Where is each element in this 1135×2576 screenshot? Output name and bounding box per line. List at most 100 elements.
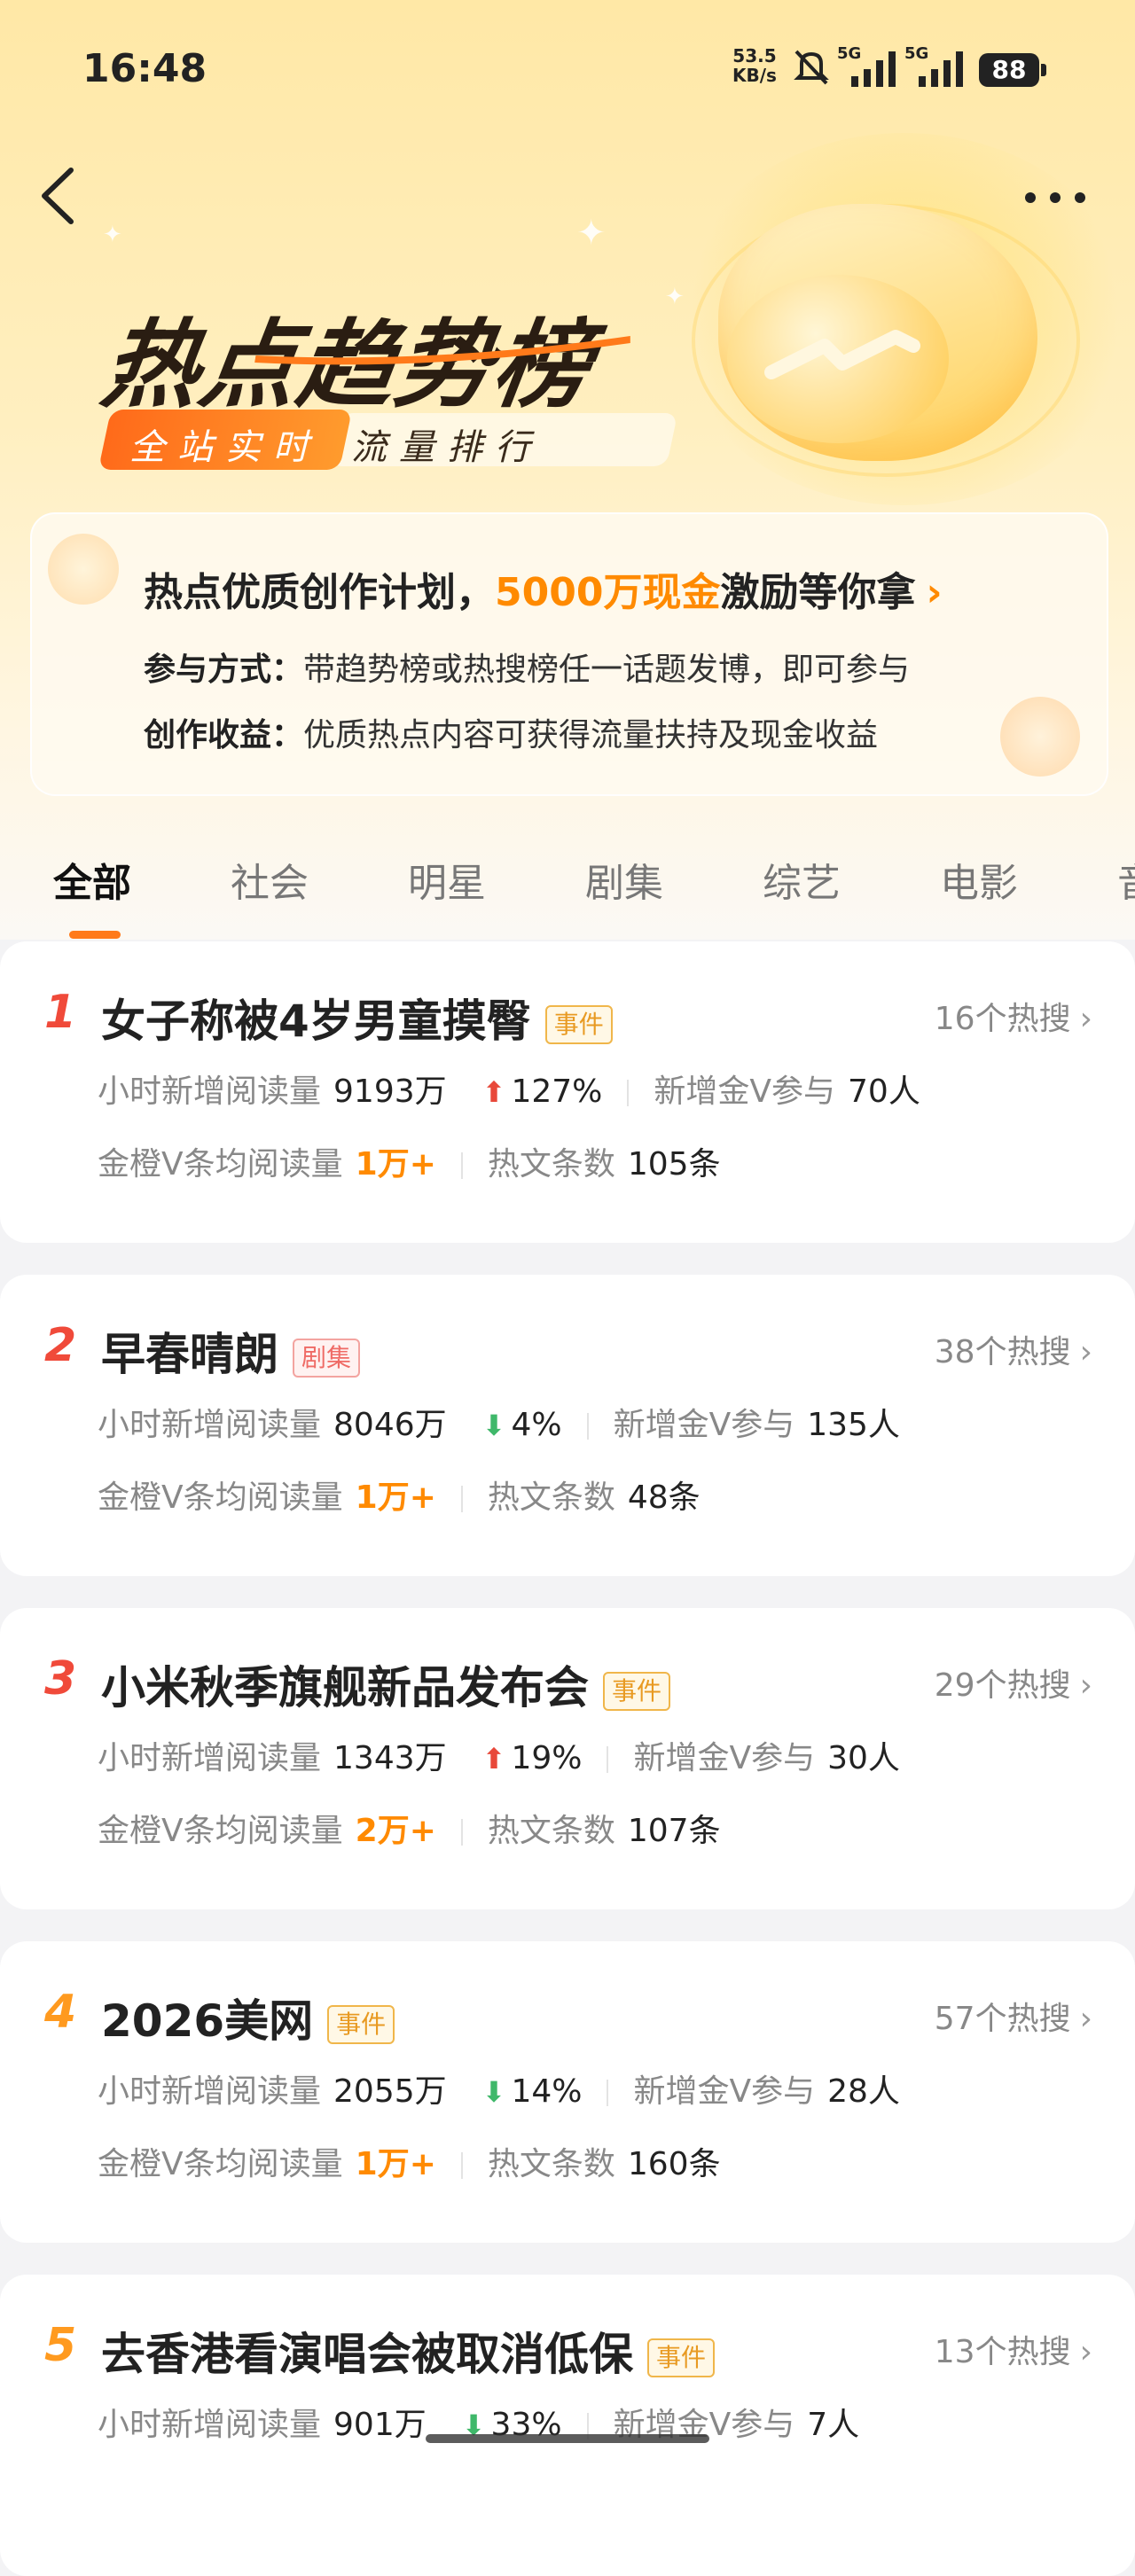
category-tabs: 全部 社会 明星 剧集 综艺 电影 音 xyxy=(0,833,1135,940)
battery-icon: 88 xyxy=(979,53,1046,87)
status-time: 16:48 xyxy=(82,46,207,91)
trend-percent: 14% xyxy=(511,2073,583,2110)
stat-value: 105条 xyxy=(627,1146,721,1183)
stat-value: 48条 xyxy=(627,1479,701,1516)
stat-label: 金橙V条均阅读量 xyxy=(98,2146,343,2182)
stat-label: 小时新增阅读量 xyxy=(98,1073,322,1110)
hot-search-count-text: 29个热搜 xyxy=(934,1667,1071,1704)
stat-label: 新增金V参与 xyxy=(654,1073,836,1110)
divider xyxy=(460,1486,463,1512)
home-indicator[interactable] xyxy=(426,2434,709,2443)
net-speed: 53.5 KB/s xyxy=(732,46,777,85)
hot-search-count[interactable]: 38个热搜 › xyxy=(935,1326,1092,1372)
hot-search-count-text: 13个热搜 xyxy=(934,2334,1071,2370)
trend-card[interactable]: 2 早春晴朗 剧集 38个热搜 › 小时新增阅读量 8046万 ⬇ 4% 新增金V参与 135人 金橙… xyxy=(0,1275,1135,1576)
stats-row-1: 小时新增阅读量 2055万 ⬇ 14% 新增金V参与 28人 xyxy=(98,2065,900,2112)
stat-label: 金橙V条均阅读量 xyxy=(98,1146,343,1183)
stats-row-2: 金橙V条均阅读量 1万+ 热文条数 48条 xyxy=(98,1471,701,1518)
trend-title-text: 女子称被4岁男童摸臀 xyxy=(101,995,531,1047)
sparkle-icon: ✦ xyxy=(665,284,685,310)
mute-bell-icon xyxy=(794,50,829,85)
trend-up-arrow-icon: ⬆ xyxy=(481,1742,506,1776)
promo-title: 热点优质创作计划，5000万现金激励等你拿 › xyxy=(144,560,943,617)
category-badge: 事件 xyxy=(647,2338,716,2377)
tab-all[interactable]: 全部 xyxy=(53,851,131,908)
net-speed-unit: KB/s xyxy=(732,65,777,86)
chevron-right-icon: › xyxy=(1079,1001,1092,1037)
sparkle-icon: ✦ xyxy=(103,222,122,248)
stat-value-highlight: 1万+ xyxy=(355,1479,436,1516)
stat-label: 新增金V参与 xyxy=(633,1740,816,1776)
hot-search-count[interactable]: 29个热搜 › xyxy=(935,1659,1092,1706)
promo-line-earnings: 创作收益：优质热点内容可获得流量扶持及现金收益 xyxy=(144,709,878,755)
net-speed-value: 53.5 xyxy=(732,45,777,66)
trend-card[interactable]: 4 2026美网 事件 57个热搜 › 小时新增阅读量 2055万 ⬇ 14% 新增金V参与 28人… xyxy=(0,1941,1135,2243)
hot-search-count-text: 38个热搜 xyxy=(934,1334,1071,1370)
chevron-right-icon: › xyxy=(1079,2334,1092,2370)
lightning-icon xyxy=(764,330,920,379)
category-badge: 剧集 xyxy=(293,1338,361,1378)
hot-search-count[interactable]: 57个热搜 › xyxy=(935,1993,1092,2039)
stat-label: 小时新增阅读量 xyxy=(98,2073,322,2110)
promo-card[interactable]: 热点优质创作计划，5000万现金激励等你拿 › 参与方式：带趋势榜或热搜榜任一话题… xyxy=(30,512,1108,796)
trend-down-arrow-icon: ⬇ xyxy=(481,2075,506,2109)
promo-title-pre: 热点优质创作计划， xyxy=(144,570,495,615)
stats-row-1: 小时新增阅读量 9193万 ⬆ 127% 新增金V参与 70人 xyxy=(98,1066,920,1112)
tab-music[interactable]: 音 xyxy=(1117,851,1135,908)
divider xyxy=(460,1152,463,1179)
trend-down-arrow-icon: ⬇ xyxy=(481,1409,506,1442)
stat-value: 28人 xyxy=(827,2073,900,2110)
stat-label: 热文条数 xyxy=(487,1479,615,1516)
trend-percent: 127% xyxy=(511,1073,603,1110)
hot-search-count[interactable]: 16个热搜 › xyxy=(935,993,1092,1039)
rank-number: 3 xyxy=(44,1652,77,1706)
back-arrow-icon[interactable] xyxy=(35,165,80,227)
promo-line-label: 参与方式： xyxy=(144,652,304,688)
divider xyxy=(460,2152,463,2179)
stat-label: 金橙V条均阅读量 xyxy=(98,1479,343,1516)
stat-value: 2055万 xyxy=(333,2073,447,2110)
tab-celebrity[interactable]: 明星 xyxy=(408,851,486,908)
stat-label: 小时新增阅读量 xyxy=(98,1407,322,1443)
stat-value: 901万 xyxy=(333,2407,427,2443)
hot-search-count-text: 57个热搜 xyxy=(934,2001,1071,2037)
tab-variety[interactable]: 综艺 xyxy=(763,851,841,908)
trend-title-text: 2026美网 xyxy=(101,1995,314,2047)
active-tab-indicator xyxy=(69,931,121,939)
tab-movie[interactable]: 电影 xyxy=(940,851,1018,908)
stat-value: 160条 xyxy=(627,2146,721,2182)
sparkle-icon: ✦ xyxy=(576,213,607,254)
promo-line-text: 带趋势榜或热搜榜任一话题发博，即可参与 xyxy=(303,652,911,688)
stats-row-2: 金橙V条均阅读量 1万+ 热文条数 105条 xyxy=(98,1138,721,1184)
divider xyxy=(460,1819,463,1846)
divider xyxy=(607,1746,609,1773)
rank-number: 4 xyxy=(44,1986,77,2039)
chevron-right-icon: › xyxy=(1079,1667,1092,1704)
trend-card[interactable]: 3 小米秋季旗舰新品发布会 事件 29个热搜 › 小时新增阅读量 1343万 ⬆ 19% 新增金V… xyxy=(0,1608,1135,1909)
rank-number: 5 xyxy=(44,2319,77,2372)
promo-line-participation: 参与方式：带趋势榜或热搜榜任一话题发博，即可参与 xyxy=(144,644,910,690)
stats-row-2: 金橙V条均阅读量 2万+ 热文条数 107条 xyxy=(98,1805,721,1851)
stat-value-highlight: 1万+ xyxy=(355,1146,436,1183)
chevron-right-icon: › xyxy=(1079,2001,1092,2037)
trend-card[interactable]: 5 去香港看演唱会被取消低保 事件 13个热搜 › 小时新增阅读量 901万 ⬇ 33% 新增金V… xyxy=(0,2275,1135,2576)
trend-up-arrow-icon: ⬆ xyxy=(481,1075,506,1109)
trend-percent: 19% xyxy=(511,1740,583,1776)
stat-value: 8046万 xyxy=(333,1407,447,1443)
more-dots-icon[interactable] xyxy=(1020,186,1091,209)
category-badge: 事件 xyxy=(544,1004,613,1044)
tab-society[interactable]: 社会 xyxy=(231,851,309,908)
stat-label: 新增金V参与 xyxy=(613,1407,795,1443)
hot-search-count[interactable]: 13个热搜 › xyxy=(935,2326,1092,2372)
stat-value: 7人 xyxy=(807,2407,860,2443)
rank-number: 2 xyxy=(44,1319,77,1372)
signal-icon: 5G xyxy=(904,44,968,89)
stat-label: 热文条数 xyxy=(487,2146,615,2182)
trend-title-text: 小米秋季旗舰新品发布会 xyxy=(101,1662,589,1713)
stat-value-highlight: 1万+ xyxy=(355,2146,436,2182)
coin-icon xyxy=(48,534,119,605)
trend-card[interactable]: 1 女子称被4岁男童摸臀 事件 16个热搜 › 小时新增阅读量 9193万 ⬆ 127% 新增金V… xyxy=(0,941,1135,1243)
tab-drama[interactable]: 剧集 xyxy=(585,851,663,908)
promo-line-text: 优质热点内容可获得流量扶持及现金收益 xyxy=(303,717,879,753)
rank-number: 1 xyxy=(44,986,77,1039)
